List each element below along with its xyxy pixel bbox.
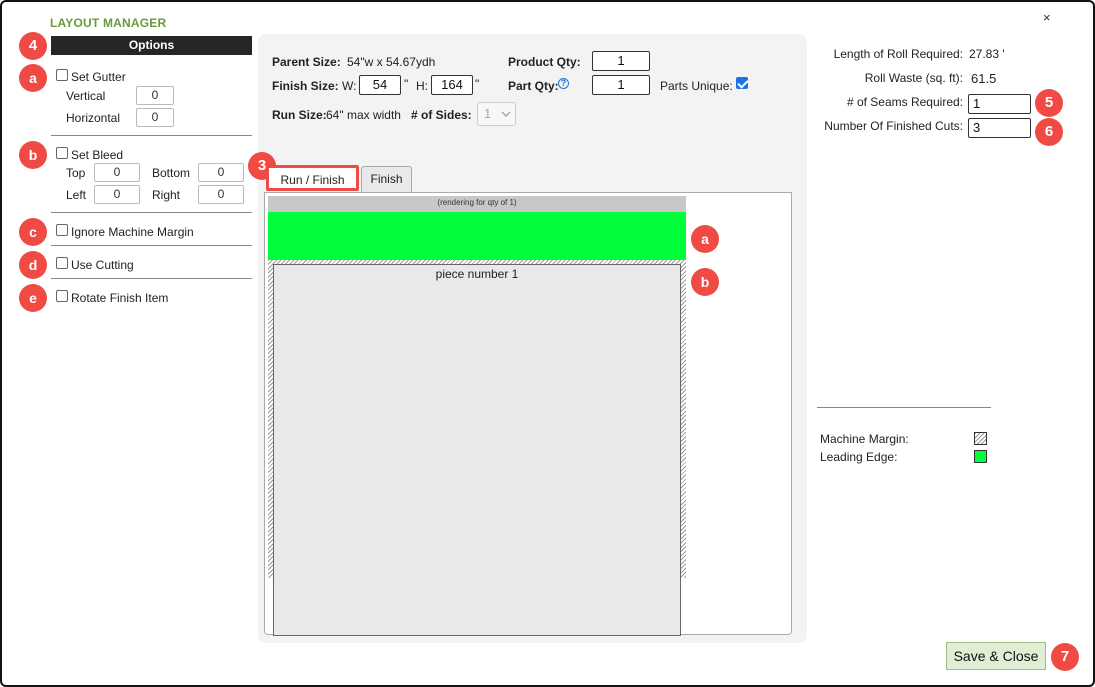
tab-run-finish[interactable]: Run / Finish [266,165,359,191]
gutter-vertical-input[interactable]: 0 [136,86,174,105]
bleed-top-input[interactable]: 0 [94,163,140,182]
leading-edge-swatch [974,450,987,463]
run-size-label: Run Size: [272,108,327,122]
run-size-value: 64" max width [326,108,401,122]
use-cutting-label: Use Cutting [71,258,134,272]
set-gutter-label: Set Gutter [71,70,126,84]
product-qty-input[interactable]: 1 [592,51,650,71]
sides-select-value: 1 [484,106,492,121]
ignore-machine-margin-checkbox[interactable] [56,224,68,236]
finish-width-input[interactable]: 54 [359,75,401,95]
roll-waste-label: Roll Waste (sq. ft): [864,71,963,85]
set-bleed-checkbox[interactable] [56,147,68,159]
callout-badge-6: 6 [1035,118,1063,146]
finish-height-input[interactable]: 164 [431,75,473,95]
help-icon[interactable]: ? [558,78,569,89]
callout-badge-4: 4 [19,32,47,60]
callout-badge-e: e [19,284,47,312]
legend-divider [817,407,991,408]
callout-badge-d: d [19,251,47,279]
finished-cuts-input[interactable]: 3 [968,118,1031,138]
bleed-right-input[interactable]: 0 [198,185,244,204]
machine-margin-swatch [974,432,987,445]
finish-height-label: H: [416,79,428,93]
callout-badge-b: b [691,268,719,296]
divider [51,135,252,136]
height-inch-mark: " [475,77,480,91]
parts-unique-checkbox[interactable] [736,77,748,89]
parent-size-value: 54"w x 54.67ydh [347,55,436,69]
save-close-button[interactable]: Save & Close [946,642,1046,670]
tab-finish[interactable]: Finish [361,166,412,192]
gutter-vertical-label: Vertical [66,89,106,103]
divider [51,245,252,246]
rotate-finish-item-label: Rotate Finish Item [71,291,169,305]
close-icon[interactable]: × [1043,10,1051,25]
machine-margin-legend-label: Machine Margin: [820,432,909,446]
roll-length-value: 27.83 ' [969,47,1005,61]
bleed-bottom-input[interactable]: 0 [198,163,244,182]
dialog-title: LAYOUT MANAGER [50,16,167,30]
set-bleed-label: Set Bleed [71,148,124,162]
rotate-finish-item-checkbox[interactable] [56,290,68,302]
finish-size-label: Finish Size: [272,79,339,93]
roll-length-label: Length of Roll Required: [833,47,963,61]
leading-edge-area [268,212,686,260]
part-qty-label: Part Qty: [508,79,559,93]
bleed-left-input[interactable]: 0 [94,185,140,204]
piece-label: piece number 1 [435,267,519,281]
finished-cuts-label: Number Of Finished Cuts: [824,119,963,133]
callout-badge-a: a [691,225,719,253]
options-header: Options [51,36,252,55]
bleed-right-label: Right [152,188,181,202]
parts-unique-label: Parts Unique: [660,79,733,93]
divider [51,278,252,279]
product-qty-label: Product Qty: [508,55,581,69]
callout-badge-a: a [19,64,47,92]
bleed-top-label: Top [66,166,86,180]
sides-select[interactable]: 1 [477,102,516,126]
width-inch-mark: " [404,77,409,91]
finish-width-label: W: [342,79,357,93]
set-gutter-checkbox[interactable] [56,69,68,81]
chevron-down-icon [501,111,511,117]
ignore-machine-margin-label: Ignore Machine Margin [71,225,194,239]
sides-label: # of Sides: [411,108,472,122]
callout-badge-b: b [19,141,47,169]
bleed-bottom-label: Bottom [152,166,191,180]
use-cutting-checkbox[interactable] [56,257,68,269]
parent-size-label: Parent Size: [272,55,341,69]
bleed-left-label: Left [66,188,87,202]
gutter-horizontal-label: Horizontal [66,111,121,125]
part-qty-input[interactable]: 1 [592,75,650,95]
finish-piece: piece number 1 [273,264,681,636]
gutter-horizontal-input[interactable]: 0 [136,108,174,127]
divider [51,212,252,213]
leading-edge-legend-label: Leading Edge: [820,450,898,464]
roll-waste-value: 61.5 [971,71,997,86]
render-note: (rendering for qty of 1) [268,196,686,212]
seams-required-label: # of Seams Required: [846,95,963,109]
callout-badge-7: 7 [1051,643,1079,671]
seams-required-input[interactable]: 1 [968,94,1031,114]
callout-badge-c: c [19,218,47,246]
callout-badge-5: 5 [1035,89,1063,117]
